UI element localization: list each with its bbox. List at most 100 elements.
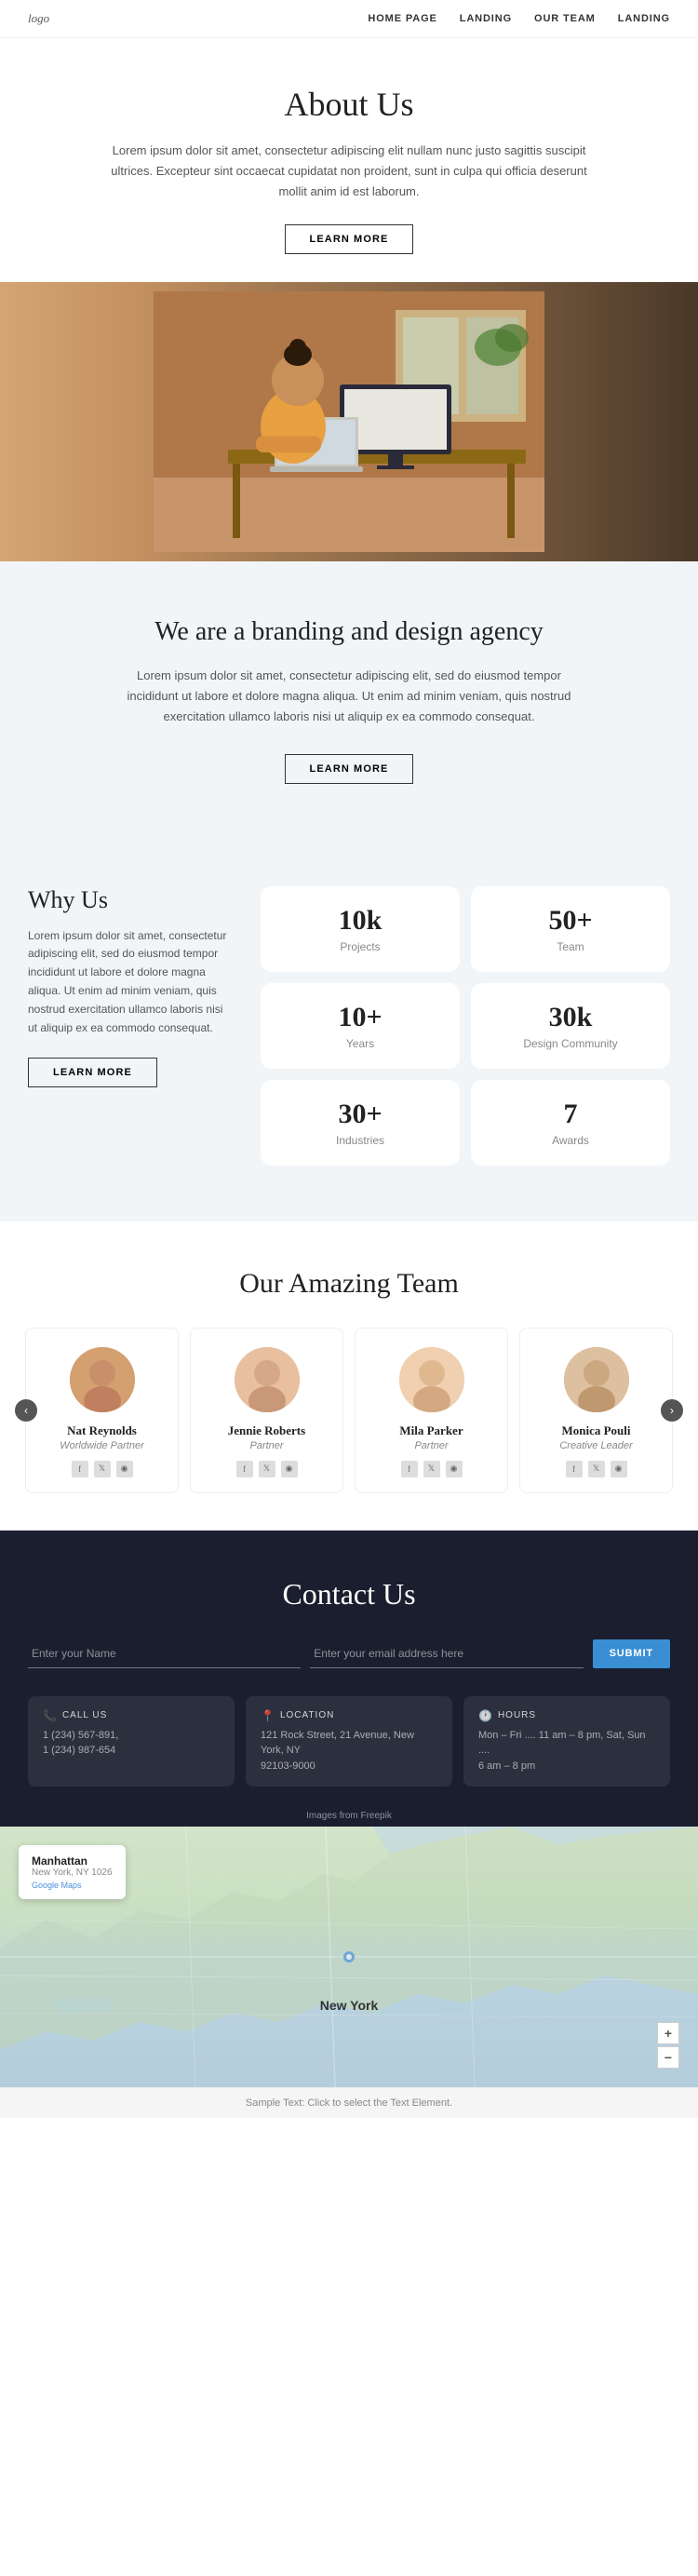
sample-text-footer: Sample Text: Click to select the Text El… [0, 2087, 698, 2118]
branding-learn-more-button[interactable]: LEARN MORE [285, 754, 414, 784]
why-us-description: Lorem ipsum dolor sit amet, consectetur … [28, 927, 233, 1038]
about-learn-more-button[interactable]: LEARN MORE [285, 224, 414, 254]
team-section: Our Amazing Team ‹ Nat Reynolds Worldwid… [0, 1221, 698, 1531]
hero-illustration [154, 291, 544, 552]
why-us-section: Why Us Lorem ipsum dolor sit amet, conse… [0, 840, 698, 1221]
map-city: Manhattan [32, 1854, 113, 1868]
nav-link-landing2[interactable]: LANDING [618, 13, 670, 24]
map-zoom-in-button[interactable]: + [657, 2022, 679, 2044]
social-icons-jennie: f 𝕏 ◉ [206, 1461, 328, 1477]
contact-hours-title: 🕐 HOURS [478, 1709, 655, 1722]
avatar-monica [564, 1347, 629, 1412]
instagram-icon-monica[interactable]: ◉ [611, 1461, 627, 1477]
twitter-icon-monica[interactable]: 𝕏 [588, 1461, 605, 1477]
contact-card-location: 📍 LOCATION 121 Rock Street, 21 Avenue, N… [246, 1696, 452, 1787]
instagram-icon-jennie[interactable]: ◉ [281, 1461, 298, 1477]
nav-link-homepage[interactable]: HOME PAGE [368, 13, 436, 24]
facebook-icon-monica[interactable]: f [566, 1461, 583, 1477]
team-card-jennie: Jennie Roberts Partner f 𝕏 ◉ [190, 1328, 343, 1493]
stat-team-label: Team [490, 940, 651, 953]
team-title: Our Amazing Team [19, 1268, 679, 1300]
clock-icon: 🕐 [478, 1709, 493, 1722]
twitter-icon-jennie[interactable]: 𝕏 [259, 1461, 275, 1477]
stats-grid: 10k Projects 50+ Team 10+ Years 30k Desi… [261, 886, 670, 1166]
stat-projects-number: 10k [279, 905, 441, 937]
map-zoom-controls: + − [657, 2022, 679, 2069]
twitter-icon-mila[interactable]: 𝕏 [423, 1461, 440, 1477]
team-name-monica: Monica Pouli [535, 1423, 657, 1438]
stat-industries: 30+ Industries [261, 1080, 460, 1166]
contact-location-title: 📍 LOCATION [261, 1709, 437, 1722]
contact-phone-text: 1 (234) 567-891, 1 (234) 987-654 [43, 1728, 220, 1759]
stat-awards: 7 Awards [471, 1080, 670, 1166]
why-us-learn-more-button[interactable]: LEARN MORE [28, 1058, 157, 1087]
social-icons-monica: f 𝕏 ◉ [535, 1461, 657, 1477]
team-card-mila: Mila Parker Partner f 𝕏 ◉ [355, 1328, 508, 1493]
team-card-nat: Nat Reynolds Worldwide Partner f 𝕏 ◉ [25, 1328, 179, 1493]
stat-years-label: Years [279, 1037, 441, 1050]
instagram-icon-mila[interactable]: ◉ [446, 1461, 463, 1477]
team-role-jennie: Partner [206, 1440, 328, 1451]
about-description: Lorem ipsum dolor sit amet, consectetur … [107, 141, 591, 202]
nav-links: HOME PAGE LANDING OUR TEAM LANDING [368, 13, 670, 24]
stat-industries-number: 30+ [279, 1099, 441, 1130]
contact-info-row: 📞 CALL US 1 (234) 567-891, 1 (234) 987-6… [28, 1696, 670, 1787]
facebook-icon-jennie[interactable]: f [236, 1461, 253, 1477]
social-icons-mila: f 𝕏 ◉ [370, 1461, 492, 1477]
contact-section: Contact Us SUBMIT 📞 CALL US 1 (234) 567-… [0, 1531, 698, 1827]
avatar-jennie [235, 1347, 300, 1412]
facebook-icon-nat[interactable]: f [72, 1461, 88, 1477]
why-us-left: Why Us Lorem ipsum dolor sit amet, conse… [28, 886, 233, 1088]
team-role-mila: Partner [370, 1440, 492, 1451]
team-next-button[interactable]: › [661, 1399, 683, 1422]
contact-card-hours: 🕐 HOURS Mon – Fri .... 11 am – 8 pm, Sat… [463, 1696, 670, 1787]
stat-years: 10+ Years [261, 983, 460, 1069]
team-card-monica: Monica Pouli Creative Leader f 𝕏 ◉ [519, 1328, 673, 1493]
contact-card-phone: 📞 CALL US 1 (234) 567-891, 1 (234) 987-6… [28, 1696, 235, 1787]
contact-submit-button[interactable]: SUBMIT [593, 1639, 670, 1668]
stat-community-label: Design Community [490, 1037, 651, 1050]
contact-hours-text: Mon – Fri .... 11 am – 8 pm, Sat, Sun ..… [478, 1728, 655, 1774]
team-cards: ‹ Nat Reynolds Worldwide Partner f 𝕏 ◉ [19, 1328, 679, 1493]
stat-community: 30k Design Community [471, 983, 670, 1069]
branding-section: We are a branding and design agency Lore… [0, 561, 698, 839]
team-role-nat: Worldwide Partner [41, 1440, 163, 1451]
map-zoom-out-button[interactable]: − [657, 2046, 679, 2069]
avatar-mila [399, 1347, 464, 1412]
stat-projects-label: Projects [279, 940, 441, 953]
hero-image [0, 282, 698, 561]
navigation: logo HOME PAGE LANDING OUR TEAM LANDING [0, 0, 698, 38]
stat-awards-number: 7 [490, 1099, 651, 1130]
nav-link-landing1[interactable]: LANDING [460, 13, 512, 24]
map-overlay-card: Manhattan New York, NY 1026 Google Maps [19, 1845, 126, 1899]
why-us-title: Why Us [28, 886, 233, 914]
twitter-icon-nat[interactable]: 𝕏 [94, 1461, 111, 1477]
contact-form: SUBMIT [28, 1639, 670, 1668]
logo: logo [28, 11, 49, 26]
stat-community-number: 30k [490, 1002, 651, 1033]
stat-projects: 10k Projects [261, 886, 460, 972]
team-name-nat: Nat Reynolds [41, 1423, 163, 1438]
team-prev-button[interactable]: ‹ [15, 1399, 37, 1422]
google-maps-link[interactable]: Google Maps [32, 1881, 113, 1890]
contact-title: Contact Us [28, 1577, 670, 1612]
location-icon: 📍 [261, 1709, 275, 1722]
freepik-credit: Images from Freepik [28, 1805, 670, 1827]
team-name-mila: Mila Parker [370, 1423, 492, 1438]
contact-email-input[interactable] [310, 1639, 583, 1668]
map-state: New York, NY 1026 [32, 1868, 113, 1878]
social-icons-nat: f 𝕏 ◉ [41, 1461, 163, 1477]
map-label-newyork: New York [320, 1998, 379, 2013]
team-role-monica: Creative Leader [535, 1440, 657, 1451]
facebook-icon-mila[interactable]: f [401, 1461, 418, 1477]
team-name-jennie: Jennie Roberts [206, 1423, 328, 1438]
instagram-icon-nat[interactable]: ◉ [116, 1461, 133, 1477]
contact-phone-title: 📞 CALL US [43, 1709, 220, 1722]
map-background: Manhattan New York, NY 1026 Google Maps … [0, 1827, 698, 2087]
stat-team: 50+ Team [471, 886, 670, 972]
nav-link-ourteam[interactable]: OUR TEAM [534, 13, 596, 24]
avatar-nat [70, 1347, 135, 1412]
stat-awards-label: Awards [490, 1134, 651, 1147]
about-title: About Us [74, 85, 624, 124]
contact-name-input[interactable] [28, 1639, 301, 1668]
